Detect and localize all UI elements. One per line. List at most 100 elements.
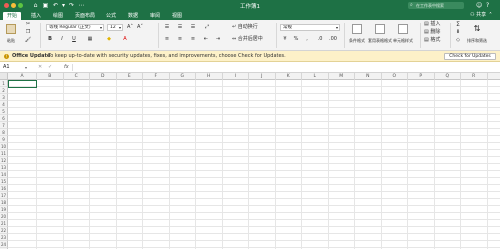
column-header-k[interactable]: K [276,73,302,80]
align-middle-icon[interactable]: ☰ [176,24,184,31]
fill-icon[interactable]: ⬇ [454,29,462,36]
worksheet-grid[interactable]: A B C D E F G H I J K L M N O P Q R 1 2 3 4 5 6 7 8 9 10 11 12 13 14 15 1… [0,73,500,249]
format-painter-icon[interactable]: 🖌 [24,37,32,44]
row-header-9[interactable]: 9 [0,136,8,143]
formula-input[interactable] [72,64,496,71]
tab-draw[interactable]: 绘图 [49,12,67,20]
align-bottom-icon[interactable]: ☰ [189,24,197,31]
accounting-icon[interactable]: ¥ [281,36,289,43]
row-header-4[interactable]: 4 [0,101,8,108]
collapse-ribbon-icon[interactable]: ˄ [489,12,492,19]
row-header-16[interactable]: 16 [0,185,8,192]
insert-function-button[interactable]: fx [64,64,69,71]
column-header-n[interactable]: N [355,73,382,80]
share-button[interactable]: ⚇ 共享 [470,12,486,19]
align-center-icon[interactable]: ≡ [176,36,184,43]
row-header-10[interactable]: 10 [0,143,8,150]
align-left-icon[interactable]: ≡ [163,36,171,43]
row-header-12[interactable]: 12 [0,157,8,164]
fill-color-icon[interactable]: ◆ [104,36,114,43]
decrease-decimal-icon[interactable]: .00 [328,36,338,43]
format-as-table-icon[interactable] [375,24,385,34]
font-name-dropdown[interactable]: 等线 Regular (正文) ▾ [46,24,104,31]
smiley-icon[interactable]: ☺ [476,2,482,9]
tab-insert[interactable]: 插入 [27,12,45,20]
column-header-d[interactable]: D [90,73,117,80]
tab-formulas[interactable]: 公式 [102,12,120,20]
row-header-19[interactable]: 19 [0,206,8,213]
column-header-f[interactable]: F [143,73,170,80]
row-header-14[interactable]: 14 [0,171,8,178]
row-header-2[interactable]: 2 [0,87,8,94]
row-header-22[interactable]: 22 [0,227,8,234]
column-header-h[interactable]: H [196,73,223,80]
row-header-23[interactable]: 23 [0,234,8,241]
tab-data[interactable]: 数据 [124,12,142,20]
row-header-15[interactable]: 15 [0,178,8,185]
tab-home[interactable]: 开始 [3,12,22,20]
increase-indent-icon[interactable]: ⇥ [214,36,222,43]
cell-styles-icon[interactable] [398,24,408,34]
column-header-l[interactable]: L [302,73,329,80]
row-header-7[interactable]: 7 [0,122,8,129]
row-header-21[interactable]: 21 [0,220,8,227]
column-header-e[interactable]: E [117,73,143,80]
paste-icon[interactable] [6,24,16,34]
column-header-j[interactable]: J [249,73,276,80]
conditional-format-icon[interactable] [352,24,362,34]
row-header-17[interactable]: 17 [0,192,8,199]
decrease-font-icon[interactable]: A˅ [136,24,144,31]
search-input[interactable]: ⌕ 在工作表中搜索 [408,2,464,9]
increase-font-icon[interactable]: A˄ [126,24,134,31]
row-header-24[interactable]: 24 [0,241,8,248]
delete-cells-button[interactable]: ▤ 删除 [424,29,448,36]
row-header-1[interactable]: 1 [0,80,8,87]
select-all-corner[interactable] [0,73,8,80]
number-format-dropdown[interactable]: 常规 ▾ [280,24,340,31]
merge-center-button[interactable]: ⇔ 合并后居中 [232,36,272,43]
borders-icon[interactable]: ▦ [85,36,95,43]
row-header-8[interactable]: 8 [0,129,8,136]
wrap-text-button[interactable]: ↵ 自动换行 [232,24,272,31]
font-color-icon[interactable]: A [120,36,130,43]
column-header-i[interactable]: I [223,73,249,80]
copy-icon[interactable]: ❐ [24,29,32,36]
tab-page-layout[interactable]: 页面布局 [71,12,99,20]
column-header-o[interactable]: O [382,73,408,80]
align-right-icon[interactable]: ≡ [189,36,197,43]
column-header-m[interactable]: M [329,73,355,80]
column-header-p[interactable]: P [408,73,435,80]
help-icon[interactable]: ? [486,2,489,9]
column-header-b[interactable]: B [37,73,64,80]
tab-review[interactable]: 审阅 [146,12,164,20]
row-header-20[interactable]: 20 [0,213,8,220]
increase-decimal-icon[interactable]: .0 [315,36,325,43]
cancel-icon[interactable]: ✕ [38,64,42,71]
name-box[interactable]: A1 ▾ [2,64,28,71]
row-header-13[interactable]: 13 [0,164,8,171]
orientation-icon[interactable]: ⤢ [202,24,212,31]
italic-button[interactable]: I [59,36,65,43]
column-header-q[interactable]: Q [435,73,461,80]
percent-button[interactable]: % [292,36,300,43]
row-header-3[interactable]: 3 [0,94,8,101]
selected-cell[interactable] [8,80,37,88]
decrease-indent-icon[interactable]: ⇤ [202,36,210,43]
insert-cells-button[interactable]: ▤ 插入 [424,21,448,28]
column-header-g[interactable]: G [170,73,196,80]
underline-button[interactable]: U [71,36,77,43]
row-header-5[interactable]: 5 [0,108,8,115]
row-header-11[interactable]: 11 [0,150,8,157]
row-header-6[interactable]: 6 [0,115,8,122]
sort-filter-icon[interactable]: ⇅ [472,24,482,34]
comma-style-icon[interactable]: , [303,36,311,43]
bold-button[interactable]: B [47,36,53,43]
font-size-dropdown[interactable]: 12 ▾ [107,24,123,31]
cut-icon[interactable]: ✂ [24,21,32,28]
enter-icon[interactable]: ✓ [48,64,52,71]
column-header-r[interactable]: R [461,73,488,80]
check-for-updates-button[interactable]: Check for Updates [444,53,496,60]
align-top-icon[interactable]: ☰ [163,24,171,31]
column-header-c[interactable]: C [64,73,90,80]
column-header-a[interactable]: A [8,73,37,80]
